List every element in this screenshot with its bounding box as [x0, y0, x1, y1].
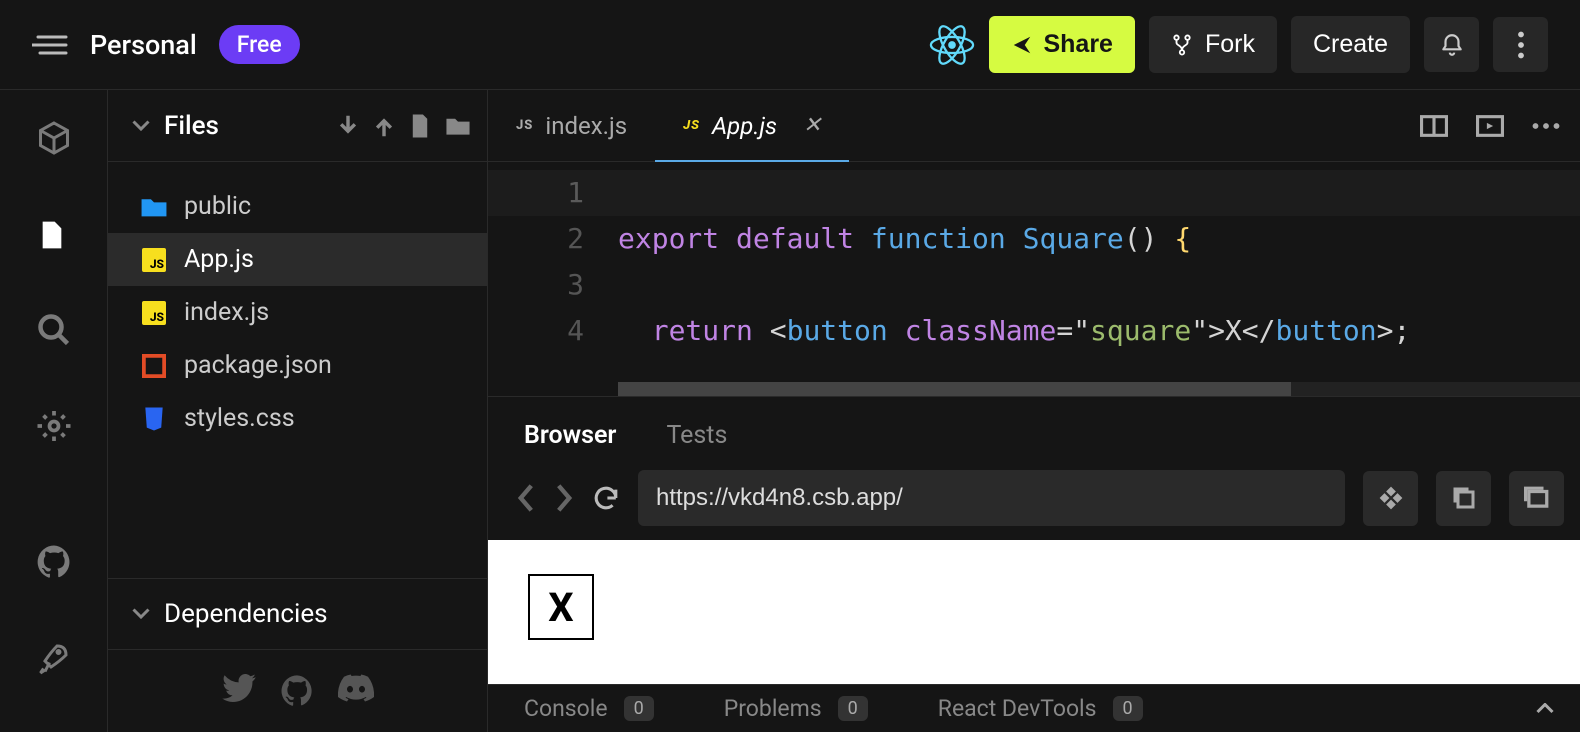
dependencies-section: Dependencies — [108, 578, 487, 649]
header-left: Personal Free — [32, 25, 300, 64]
notifications-button[interactable] — [1424, 17, 1479, 72]
twitter-icon[interactable] — [222, 674, 256, 708]
bottom-panel-tabs: Console0 Problems0 React DevTools0 — [488, 684, 1580, 732]
settings-gear-icon[interactable] — [36, 408, 72, 444]
kebab-icon — [1517, 31, 1525, 59]
tab-problems[interactable]: Problems0 — [724, 695, 868, 722]
preview-panel: Browser Tests X Console0 Problems0 React… — [488, 396, 1580, 732]
chevron-down-icon[interactable] — [132, 119, 150, 133]
tab-index-js[interactable]: JS index.js — [488, 90, 655, 161]
back-icon[interactable] — [516, 484, 536, 512]
activity-rail — [0, 90, 108, 732]
copy-icon[interactable] — [1436, 471, 1491, 526]
react-logo-icon — [929, 22, 975, 68]
bell-icon — [1439, 32, 1465, 58]
url-bar — [488, 470, 1580, 540]
reload-icon[interactable] — [592, 484, 620, 512]
forward-icon[interactable] — [554, 484, 574, 512]
fork-icon — [1171, 32, 1193, 58]
url-input[interactable] — [638, 470, 1345, 526]
tree-item-styles-css[interactable]: styles.css — [108, 392, 487, 445]
tab-browser[interactable]: Browser — [524, 421, 616, 450]
tree-item-index-js[interactable]: JS index.js — [108, 286, 487, 339]
upload-icon[interactable] — [373, 114, 395, 138]
header-right: Share Fork Create — [929, 16, 1548, 73]
main-area: Files public JS App.js JS index.js packa… — [0, 90, 1580, 732]
file-tree: public JS App.js JS index.js package.jso… — [108, 162, 487, 578]
editor-area: JS index.js JS App.js ✕ 1 2 3 4 exp — [488, 90, 1580, 732]
github-icon[interactable] — [36, 544, 72, 580]
sandbox-icon[interactable] — [36, 120, 72, 156]
open-window-icon[interactable] — [1509, 471, 1564, 526]
search-icon[interactable] — [36, 312, 72, 348]
files-title: Files — [164, 111, 323, 141]
editor-actions — [1420, 90, 1580, 161]
preview-frame: X — [488, 540, 1580, 684]
js-file-icon: JS — [140, 248, 168, 272]
share-arrow-icon — [1011, 34, 1033, 56]
js-file-icon: JS — [683, 118, 700, 133]
more-editor-icon[interactable] — [1532, 122, 1560, 130]
scrollbar-thumb[interactable] — [618, 382, 1291, 396]
tree-item-app-js[interactable]: JS App.js — [108, 233, 487, 286]
top-header: Personal Free Share Fork Create — [0, 0, 1580, 90]
js-file-icon: JS — [516, 118, 533, 133]
code-line: export default function Square() { — [618, 216, 1410, 262]
sandbox-nav-icon[interactable] — [1363, 471, 1418, 526]
expand-panel-icon[interactable] — [1536, 703, 1554, 715]
files-header: Files — [108, 90, 487, 162]
tab-console[interactable]: Console0 — [524, 695, 654, 722]
tab-tests[interactable]: Tests — [666, 421, 727, 450]
tree-item-public[interactable]: public — [108, 180, 487, 233]
workspace-name[interactable]: Personal — [90, 29, 197, 61]
github-icon[interactable] — [280, 674, 314, 708]
close-tab-icon[interactable]: ✕ — [803, 113, 821, 138]
tree-item-package-json[interactable]: package.json — [108, 339, 487, 392]
new-file-icon[interactable] — [409, 113, 431, 139]
json-file-icon — [140, 354, 168, 378]
current-line-highlight — [488, 170, 1580, 216]
editor-tabs: JS index.js JS App.js ✕ — [488, 90, 1580, 162]
deploy-rocket-icon[interactable] — [36, 640, 72, 676]
new-folder-icon[interactable] — [445, 115, 471, 137]
split-view-icon[interactable] — [1420, 114, 1448, 138]
css-file-icon — [140, 406, 168, 432]
tab-react-devtools[interactable]: React DevTools0 — [938, 695, 1143, 722]
more-button[interactable] — [1493, 17, 1548, 72]
file-icon[interactable] — [36, 216, 72, 252]
dependencies-header[interactable]: Dependencies — [132, 599, 463, 629]
code-editor[interactable]: 1 2 3 4 export default function Square()… — [488, 162, 1580, 396]
hamburger-icon[interactable] — [32, 33, 68, 57]
js-file-icon: JS — [140, 301, 168, 325]
fork-button[interactable]: Fork — [1149, 16, 1277, 73]
preview-icon[interactable] — [1476, 114, 1504, 138]
plan-badge[interactable]: Free — [219, 25, 300, 64]
panel-tabs: Browser Tests — [488, 397, 1580, 470]
code-line: return <button className="square">X</but… — [618, 308, 1410, 354]
share-button[interactable]: Share — [989, 16, 1134, 73]
tab-app-js[interactable]: JS App.js ✕ — [655, 90, 849, 161]
create-button[interactable]: Create — [1291, 16, 1410, 73]
social-links — [108, 649, 487, 732]
discord-icon[interactable] — [338, 674, 374, 708]
file-explorer: Files public JS App.js JS index.js packa… — [108, 90, 488, 732]
horizontal-scrollbar[interactable] — [618, 382, 1580, 396]
download-icon[interactable] — [337, 114, 359, 138]
folder-icon — [140, 196, 168, 218]
chevron-down-icon — [132, 607, 150, 621]
square-button[interactable]: X — [528, 574, 594, 640]
